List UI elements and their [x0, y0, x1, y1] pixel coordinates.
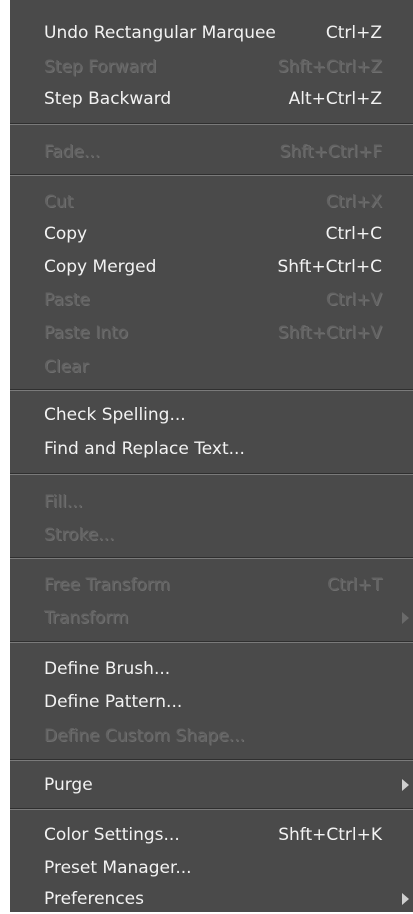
menu-item-label: Preset Manager...	[44, 858, 192, 878]
menu-item-check-spelling[interactable]: Check Spelling...	[10, 400, 413, 430]
menu-item-clear[interactable]: Clear	[10, 352, 413, 382]
menu-item-shortcut: Ctrl+C	[325, 224, 382, 244]
menu-item-label: Define Custom Shape...	[44, 726, 245, 746]
menu-item-preset-manager[interactable]: Preset Manager...	[10, 853, 413, 883]
menu-item-shortcut: Ctrl+V	[325, 290, 382, 310]
menu-item-step-forward[interactable]: Step Forward Shft+Ctrl+Z	[10, 52, 413, 82]
menu-item-define-custom-shape[interactable]: Define Custom Shape...	[10, 721, 413, 751]
menu-item-label: Clear	[44, 357, 89, 377]
menu-item-label: Purge	[44, 775, 93, 795]
menu-item-paste-into[interactable]: Paste Into Shft+Ctrl+V	[10, 318, 413, 348]
menu-item-label: Preferences	[44, 889, 144, 909]
menu-item-cut[interactable]: Cut Ctrl+X	[10, 187, 413, 217]
menu-item-fade[interactable]: Fade... Shft+Ctrl+F	[10, 137, 413, 167]
menu-item-label: Step Backward	[44, 89, 172, 109]
submenu-arrow-icon	[402, 779, 409, 791]
menu-item-label: Define Pattern...	[44, 692, 183, 712]
menu-item-label: Copy	[44, 224, 88, 244]
menu-item-copy[interactable]: Copy Ctrl+C	[10, 219, 413, 249]
menu-item-fill[interactable]: Fill...	[10, 487, 413, 517]
menu-separator	[10, 174, 413, 176]
menu-item-find-replace[interactable]: Find and Replace Text...	[10, 434, 413, 464]
menu-separator	[10, 557, 413, 559]
menu-item-label: Check Spelling...	[44, 405, 186, 425]
menu-separator	[10, 759, 413, 761]
menu-item-shortcut: Shft+Ctrl+V	[277, 323, 382, 343]
menu-item-undo[interactable]: Undo Rectangular Marquee Ctrl+Z	[10, 18, 413, 48]
menu-item-shortcut: Shft+Ctrl+F	[279, 142, 382, 162]
menu-item-label: Stroke...	[44, 525, 115, 545]
menu-item-define-brush[interactable]: Define Brush...	[10, 654, 413, 684]
menu-separator	[10, 389, 413, 391]
menu-item-label: Step Forward	[44, 57, 157, 77]
menu-item-label: Free Transform	[44, 575, 171, 595]
menu-item-shortcut: Ctrl+Z	[325, 23, 382, 43]
menu-item-step-backward[interactable]: Step Backward Alt+Ctrl+Z	[10, 84, 413, 114]
menu-item-color-settings[interactable]: Color Settings... Shft+Ctrl+K	[10, 820, 413, 850]
menu-item-label: Fade...	[44, 142, 101, 162]
menu-item-label: Cut	[44, 192, 74, 212]
menu-item-shortcut: Alt+Ctrl+Z	[288, 89, 382, 109]
menu-separator	[10, 473, 413, 475]
menu-item-label: Fill...	[44, 492, 83, 512]
menu-item-label: Paste	[44, 290, 90, 310]
menu-item-stroke[interactable]: Stroke...	[10, 520, 413, 550]
menu-item-label: Find and Replace Text...	[44, 439, 245, 459]
menu-item-define-pattern[interactable]: Define Pattern...	[10, 687, 413, 717]
menu-item-preferences[interactable]: Preferences	[10, 884, 413, 914]
menu-item-label: Paste Into	[44, 323, 129, 343]
menu-item-label: Color Settings...	[44, 825, 180, 845]
menu-item-paste[interactable]: Paste Ctrl+V	[10, 285, 413, 315]
menu-item-transform[interactable]: Transform	[10, 603, 413, 633]
menu-separator	[10, 808, 413, 810]
submenu-arrow-icon	[402, 893, 409, 905]
menu-item-free-transform[interactable]: Free Transform Ctrl+T	[10, 570, 413, 600]
menu-separator	[10, 641, 413, 643]
submenu-arrow-icon	[402, 612, 409, 624]
edit-menu: Undo Rectangular Marquee Ctrl+Z Step For…	[10, 0, 413, 912]
menu-item-shortcut: Shft+Ctrl+C	[277, 257, 382, 277]
menu-item-label: Undo Rectangular Marquee	[44, 23, 276, 43]
menu-item-shortcut: Shft+Ctrl+K	[278, 825, 382, 845]
menu-item-shortcut: Ctrl+T	[327, 575, 382, 595]
menu-item-label: Define Brush...	[44, 659, 171, 679]
menu-item-shortcut: Shft+Ctrl+Z	[277, 57, 382, 77]
menu-item-copy-merged[interactable]: Copy Merged Shft+Ctrl+C	[10, 252, 413, 282]
menu-item-purge[interactable]: Purge	[10, 770, 413, 800]
menu-item-label: Copy Merged	[44, 257, 157, 277]
menu-item-label: Transform	[44, 608, 129, 628]
menu-separator	[10, 123, 413, 125]
menu-item-shortcut: Ctrl+X	[325, 192, 382, 212]
